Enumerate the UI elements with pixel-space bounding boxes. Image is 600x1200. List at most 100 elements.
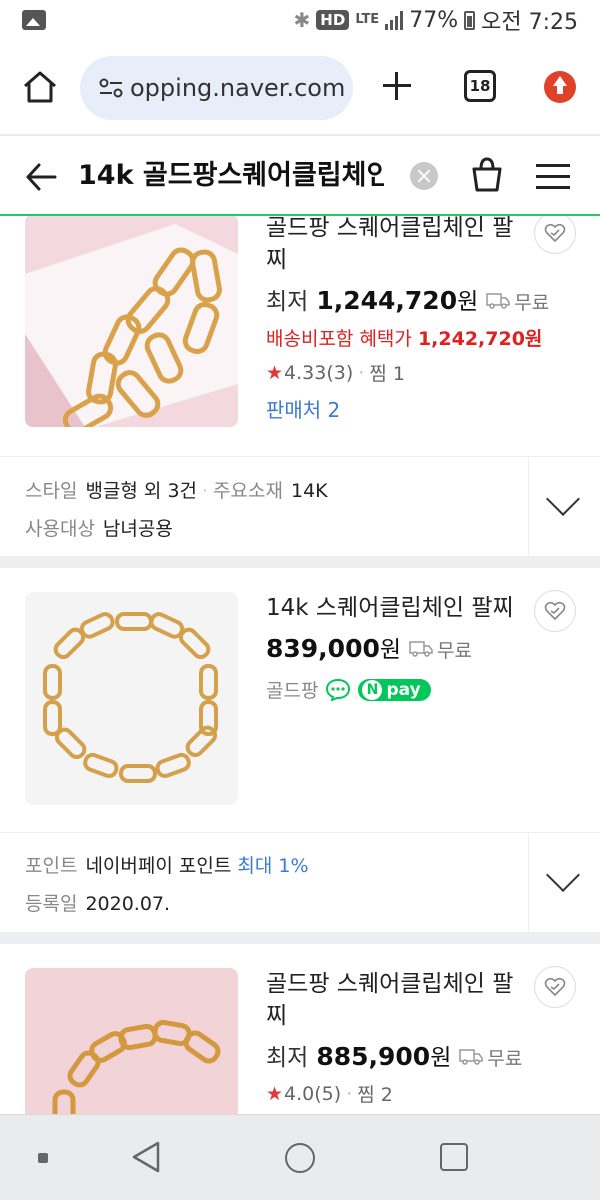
attribute-text: 스타일 뱅글형 외 3건 · 주요소재 14K 사용대상 남녀공용 <box>25 472 328 548</box>
status-bar: ✱ HD LTE 77% 오전 7:25 <box>0 0 600 40</box>
shipping-info: 무료 <box>459 1044 522 1071</box>
triangle-back-icon <box>132 1141 160 1173</box>
rating-value: 4.33 <box>284 361 327 384</box>
seller-count-link[interactable]: 판매처 2 <box>266 394 530 423</box>
system-navigation-bar <box>0 1114 600 1200</box>
shipping-info: 무료 <box>486 288 549 315</box>
product-info: 골드팡 스퀘어클립체인 팔찌 최저 885,900 원 무료 ★ 4.0 (5)… <box>266 968 530 1107</box>
separator-dot: · <box>358 361 365 384</box>
hd-voice-badge: HD <box>316 10 350 30</box>
price-line: 839,000 원 무료 <box>266 630 530 664</box>
nav-home-button[interactable] <box>285 1143 315 1173</box>
npay-badge: Npay <box>358 678 431 701</box>
style-value: 뱅글형 외 3건 <box>85 480 198 502</box>
menu-dot-icon[interactable] <box>38 1153 48 1163</box>
update-icon[interactable] <box>544 71 576 103</box>
product-card[interactable]: 14k 스퀘어클립체인 팔찌 839,000 원 무료 골드팡 Npay <box>0 568 600 832</box>
wishlist-button[interactable] <box>534 590 576 632</box>
product-image[interactable] <box>25 216 238 427</box>
product-info: 골드팡 스퀘어클립체인 팔찌 최저 1,244,720 원 무료 배송비포함 혜… <box>266 216 549 423</box>
chevron-down-icon <box>546 482 580 516</box>
section-divider <box>0 932 600 944</box>
wish-count: 찜 2 <box>357 1084 393 1106</box>
star-icon: ★ <box>266 1082 284 1105</box>
product-info: 14k 스퀘어클립체인 팔찌 839,000 원 무료 골드팡 Npay <box>266 592 530 703</box>
shipping-label: 무료 <box>437 639 473 662</box>
product-price: 839,000 <box>266 634 380 663</box>
chevron-down-icon <box>546 858 580 892</box>
rating-line: ★ 4.0 (5) · 찜 2 <box>266 1080 530 1107</box>
material-key: 주요소재 <box>213 480 283 502</box>
attribute-row: 사용대상 남녀공용 <box>25 510 328 548</box>
review-count: (5) <box>314 1082 342 1105</box>
bluetooth-icon: ✱ <box>293 8 311 32</box>
attribute-row: 포인트 네이버페이 포인트 최대 1% <box>25 847 309 885</box>
style-key: 스타일 <box>25 480 78 502</box>
wishlist-button[interactable] <box>534 966 576 1008</box>
heart-icon <box>544 977 566 997</box>
menu-button[interactable] <box>536 162 570 192</box>
lowest-label: 최저 <box>266 1045 309 1071</box>
price-line: 최저 885,900 원 무료 <box>266 1038 530 1072</box>
search-results: 골드팡 스퀘어클립체인 팔찌 최저 1,244,720 원 무료 배송비포함 혜… <box>0 216 600 1114</box>
product-price: 1,244,720 <box>316 286 458 315</box>
product-attributes: 스타일 뱅글형 외 3건 · 주요소재 14K 사용대상 남녀공용 <box>0 456 600 557</box>
point-key: 포인트 <box>25 855 78 877</box>
expand-attributes-button[interactable] <box>528 457 600 557</box>
lowest-label: 최저 <box>266 289 309 315</box>
new-tab-button[interactable] <box>379 68 415 104</box>
price-line: 최저 1,244,720 원 무료 <box>266 282 549 316</box>
lte-indicator: LTE <box>355 12 380 27</box>
wish-count: 찜 1 <box>369 363 405 385</box>
section-divider <box>0 556 600 568</box>
benefit-label: 배송비포함 혜택가 <box>266 328 412 350</box>
truck-icon <box>486 293 511 309</box>
nav-recents-button[interactable] <box>440 1143 468 1171</box>
cart-button[interactable] <box>468 156 506 194</box>
product-title[interactable]: 14k 스퀘어클립체인 팔찌 <box>266 592 530 624</box>
tab-switcher-button[interactable]: 18 <box>464 70 496 102</box>
store-line: 골드팡 Npay <box>266 676 530 703</box>
site-settings-icon[interactable] <box>98 77 124 99</box>
clear-search-button[interactable] <box>410 162 438 190</box>
search-query-text[interactable]: 14k 골드팡스퀘어클립체인 <box>78 156 384 196</box>
point-value: 네이버페이 포인트 <box>85 855 232 877</box>
separator-dot: · <box>202 480 209 502</box>
gallery-notification-icon <box>22 10 46 30</box>
star-icon: ★ <box>266 361 284 384</box>
wishlist-button[interactable] <box>534 216 576 254</box>
attribute-text: 포인트 네이버페이 포인트 최대 1% 등록일 2020.07. <box>25 847 309 923</box>
date-key: 등록일 <box>25 893 78 915</box>
talk-chat-icon[interactable] <box>326 678 351 701</box>
product-title[interactable]: 골드팡 스퀘어클립체인 팔찌 <box>266 216 530 276</box>
date-value: 2020.07. <box>85 893 171 915</box>
product-card[interactable]: 골드팡 스퀘어클립체인 팔찌 최저 1,244,720 원 무료 배송비포함 혜… <box>0 216 600 458</box>
battery-percent: 77% <box>409 7 459 33</box>
product-image[interactable] <box>25 592 238 805</box>
heart-icon <box>544 223 566 243</box>
product-image[interactable] <box>25 968 238 1114</box>
product-title[interactable]: 골드팡 스퀘어클립체인 팔찌 <box>266 968 530 1032</box>
shipping-label: 무료 <box>514 291 550 314</box>
home-icon <box>24 71 56 103</box>
address-bar[interactable]: opping.naver.com <box>80 56 353 120</box>
target-key: 사용대상 <box>25 518 95 540</box>
benefit-price-line: 배송비포함 혜택가 1,242,720원 <box>266 324 542 351</box>
battery-icon <box>464 10 476 30</box>
clock: 오전 7:25 <box>481 10 578 35</box>
currency-unit: 원 <box>379 637 402 663</box>
shipping-info: 무료 <box>409 636 472 663</box>
product-attributes: 포인트 네이버페이 포인트 최대 1% 등록일 2020.07. <box>0 832 600 933</box>
home-button[interactable] <box>22 70 58 104</box>
status-icons: ✱ HD LTE 77% 오전 7:25 <box>294 4 578 36</box>
npay-label: pay <box>386 679 421 700</box>
product-card[interactable]: 골드팡 스퀘어클립체인 팔찌 최저 885,900 원 무료 ★ 4.0 (5)… <box>0 944 600 1114</box>
heart-icon <box>544 601 566 621</box>
nav-back-button[interactable] <box>130 1139 162 1179</box>
expand-attributes-button[interactable] <box>528 833 600 933</box>
store-name[interactable]: 골드팡 <box>266 676 318 703</box>
shopping-bag-icon <box>472 157 502 192</box>
back-button[interactable] <box>24 160 58 194</box>
arrow-left-icon <box>26 163 57 191</box>
currency-unit: 원 <box>457 289 479 315</box>
